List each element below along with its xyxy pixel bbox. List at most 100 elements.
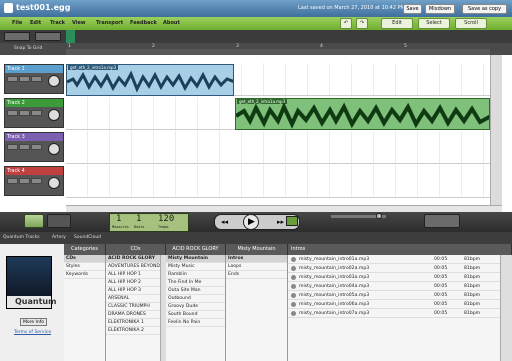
solo-button[interactable] xyxy=(19,110,30,116)
more-info-button[interactable]: More Info xyxy=(20,318,47,326)
track-lane[interactable] xyxy=(66,131,490,164)
list-item[interactable]: Groovy Dude xyxy=(166,303,225,311)
play-preview-icon[interactable] xyxy=(291,302,296,307)
tab-artery[interactable]: Artery xyxy=(52,235,66,240)
list-item[interactable]: Misty Music xyxy=(166,263,225,271)
playhead-marker[interactable] xyxy=(66,30,75,43)
volume-knob-icon[interactable] xyxy=(48,75,60,87)
redo-button[interactable]: ↷ xyxy=(356,18,368,29)
tab-quantum-tracks[interactable]: Quantum Tracks xyxy=(3,235,40,240)
list-item[interactable]: Outbound xyxy=(166,295,225,303)
menu-about[interactable]: About xyxy=(163,20,180,26)
list-item[interactable]: ALL HIP HOP 3 xyxy=(106,287,165,295)
export-button[interactable] xyxy=(424,214,460,228)
list-item[interactable]: ELEKTRONIKA 1 xyxy=(106,319,165,327)
file-row[interactable]: misty_mountain_intro07a.mp3 00:05 81bpm xyxy=(288,309,500,318)
volume-knob-icon[interactable] xyxy=(48,177,60,189)
menu-transport[interactable]: Transport xyxy=(96,20,123,26)
file-row[interactable]: misty_mountain_intro03a.mp3 00:05 81bpm xyxy=(288,273,500,282)
file-row[interactable]: misty_mountain_intro01a.mp3 00:05 81bpm xyxy=(288,255,500,264)
list-item[interactable]: ARSENAL xyxy=(106,295,165,303)
undo-button[interactable]: ↶ xyxy=(340,18,352,29)
file-duration: 00:05 xyxy=(434,302,448,307)
list-item[interactable]: The Find In Me xyxy=(166,279,225,287)
terms-of-service-link[interactable]: Terms of Service xyxy=(14,330,51,335)
list-item[interactable]: South Bound xyxy=(166,311,225,319)
add-track-button[interactable] xyxy=(4,32,30,41)
list-item[interactable]: Ramblin xyxy=(166,271,225,279)
file-row[interactable]: misty_mountain_intro06a.mp3 00:05 81bpm xyxy=(288,300,500,309)
play-preview-icon[interactable] xyxy=(291,257,296,262)
menu-view[interactable]: View xyxy=(72,20,86,26)
list-item[interactable]: Loops xyxy=(226,263,287,271)
mute-button[interactable] xyxy=(7,144,18,150)
select-mode-button[interactable]: Select xyxy=(418,18,450,29)
delete-track-button[interactable] xyxy=(35,32,61,41)
scroll-mode-button[interactable]: Scroll xyxy=(455,18,487,29)
list-item[interactable]: Misty Mountain xyxy=(166,255,225,263)
play-preview-icon[interactable] xyxy=(291,284,296,289)
arm-button[interactable] xyxy=(31,144,42,150)
list-item[interactable]: ELEKTRONIKA 2 xyxy=(106,327,165,335)
mute-button[interactable] xyxy=(7,110,18,116)
list-item[interactable]: Ends xyxy=(226,271,287,279)
volume-slider-handle[interactable] xyxy=(376,213,382,219)
solo-button[interactable] xyxy=(19,76,30,82)
play-button[interactable]: ▶ xyxy=(243,214,259,230)
arm-button[interactable] xyxy=(31,76,42,82)
file-row[interactable]: misty_mountain_intro04a.mp3 00:05 81bpm xyxy=(288,282,500,291)
list-item[interactable]: Outa Site Man xyxy=(166,287,225,295)
horizontal-scrollbar[interactable] xyxy=(66,205,502,212)
list-item[interactable]: ACID ROCK GLORY xyxy=(106,255,165,263)
file-row[interactable]: misty_mountain_intro02a.mp3 00:05 81bpm xyxy=(288,264,500,273)
mixdown-button[interactable]: Mixdown xyxy=(425,4,455,14)
file-bpm: 81bpm xyxy=(464,266,481,271)
list-item[interactable]: CLASSIC TRIUMPH xyxy=(106,303,165,311)
tab-soundcloud[interactable]: SoundCloud xyxy=(74,235,101,240)
vertical-scrollbar[interactable] xyxy=(490,55,502,205)
list-item[interactable]: ALL HIP HOP 1 xyxy=(106,271,165,279)
menu-edit[interactable]: Edit xyxy=(30,20,41,26)
play-preview-icon[interactable] xyxy=(291,275,296,280)
list-item[interactable]: Styles xyxy=(64,263,105,271)
mute-button[interactable] xyxy=(7,76,18,82)
record-button[interactable] xyxy=(286,216,298,226)
list-item[interactable]: Feelin No Pain xyxy=(166,319,225,327)
list-item[interactable]: Keywords xyxy=(64,271,105,279)
list-item[interactable]: CDs xyxy=(64,255,105,263)
play-preview-icon[interactable] xyxy=(291,293,296,298)
tempo-value[interactable]: 120 xyxy=(158,214,174,224)
file-row[interactable]: misty_mountain_intro05a.mp3 00:05 81bpm xyxy=(288,291,500,300)
arm-button[interactable] xyxy=(31,178,42,184)
list-item[interactable]: Intros xyxy=(226,255,287,263)
file-name: misty_mountain_intro07a.mp3 xyxy=(299,311,370,316)
file-name: misty_mountain_intro06a.mp3 xyxy=(299,302,370,307)
snap-to-grid-toggle[interactable]: Snap To Grid xyxy=(14,46,42,51)
solo-button[interactable] xyxy=(19,144,30,150)
list-item[interactable]: ADVENTURES BEYOND xyxy=(106,263,165,271)
audio-clip[interactable]: get_eth_2_intro1a.mp3 xyxy=(66,64,234,96)
metronome-button[interactable] xyxy=(47,214,71,228)
volume-knob-icon[interactable] xyxy=(48,109,60,121)
edit-mode-button[interactable]: Edit xyxy=(381,18,413,29)
menu-file[interactable]: File xyxy=(12,20,22,26)
track-lane[interactable] xyxy=(66,165,490,198)
mute-button[interactable] xyxy=(7,178,18,184)
files-scrollbar[interactable] xyxy=(500,255,512,361)
menu-feedback[interactable]: Feedback xyxy=(130,20,157,26)
list-item[interactable]: ALL HIP HOP 2 xyxy=(106,279,165,287)
loop-button[interactable] xyxy=(24,214,44,228)
play-preview-icon[interactable] xyxy=(291,311,296,316)
arm-button[interactable] xyxy=(31,110,42,116)
album-list: Misty Mountain Misty Music Ramblin The F… xyxy=(166,255,226,361)
rewind-icon[interactable]: ◂◂ xyxy=(221,218,228,226)
save-button[interactable]: Save xyxy=(403,4,422,14)
fast-forward-icon[interactable]: ▸▸ xyxy=(277,218,284,226)
solo-button[interactable] xyxy=(19,178,30,184)
audio-clip[interactable]: get_eth_2_intro1a.mp3 xyxy=(235,98,490,130)
play-preview-icon[interactable] xyxy=(291,266,296,271)
menu-track[interactable]: Track xyxy=(50,20,65,26)
save-as-copy-button[interactable]: Save as copy xyxy=(462,4,507,14)
list-item[interactable]: DRAMA DRONES xyxy=(106,311,165,319)
volume-knob-icon[interactable] xyxy=(48,143,60,155)
